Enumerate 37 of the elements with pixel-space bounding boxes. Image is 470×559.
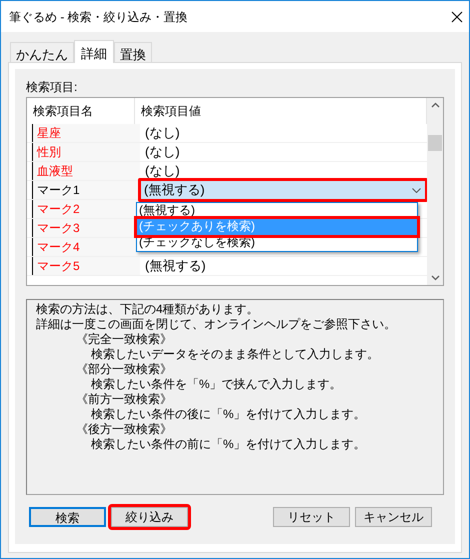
scrollbar[interactable] bbox=[427, 98, 443, 285]
item-name-cell: 血液型 bbox=[32, 162, 140, 180]
tab[interactable]: かんたん bbox=[10, 42, 74, 62]
help-text-line: 検索の方法は、下記の4種類があります。 bbox=[36, 302, 260, 317]
item-value-cell[interactable]: (無視する) bbox=[145, 256, 206, 276]
help-text-line: 《部分一致検索》 bbox=[75, 362, 173, 377]
item-value-cell[interactable]: (なし) bbox=[145, 161, 180, 181]
dialog-button[interactable]: 検索 bbox=[29, 507, 106, 527]
dialog-button[interactable]: キャンセル bbox=[355, 507, 432, 527]
help-text-line: 《完全一致検索》 bbox=[75, 332, 173, 347]
item-name-cell: マーク4 bbox=[32, 238, 140, 256]
chevron-down-icon[interactable] bbox=[412, 188, 421, 192]
value-combobox[interactable]: (無視する) bbox=[138, 178, 428, 202]
dialog-button[interactable]: リセット bbox=[273, 507, 350, 527]
scroll-up-icon[interactable] bbox=[430, 102, 440, 108]
help-text-line: 検索したい条件の後に「%」を付けて入力します。 bbox=[90, 407, 367, 422]
item-value-cell[interactable]: (なし) bbox=[145, 142, 180, 162]
item-name-cell: マーク5 bbox=[32, 257, 140, 275]
tab[interactable]: 詳細 bbox=[74, 40, 114, 63]
help-text-line: 検索したいデータをそのまま条件として入力します。 bbox=[90, 347, 380, 362]
section-label: 検索項目: bbox=[26, 79, 78, 96]
close-icon[interactable] bbox=[451, 10, 463, 22]
window-title: 筆ぐるめ - 検索・絞り込み・置換 bbox=[9, 8, 188, 26]
item-name-cell: 性別 bbox=[32, 143, 140, 161]
tab[interactable]: 置換 bbox=[114, 42, 152, 62]
item-name-cell: 星座 bbox=[32, 124, 140, 142]
item-name-cell: マーク1 bbox=[32, 181, 140, 199]
scrollbar-thumb[interactable] bbox=[428, 135, 442, 151]
help-text-line: 検索したい条件の前に「%」を付けて入力します。 bbox=[90, 437, 367, 452]
help-text-line: 詳細は一度この画面を閉じて、オンラインヘルプをご参照下さい。 bbox=[36, 317, 397, 332]
scroll-down-icon[interactable] bbox=[430, 275, 440, 281]
item-value-cell[interactable]: (なし) bbox=[145, 123, 180, 143]
help-text-line: 《後方一致検索》 bbox=[75, 422, 173, 437]
help-text-line: 《前方一致検索》 bbox=[75, 392, 173, 407]
help-text-line: 検索したい条件を「%」で挟んで入力します。 bbox=[90, 377, 343, 392]
item-name-cell: マーク2 bbox=[32, 200, 140, 218]
dialog-button[interactable]: 絞り込み bbox=[111, 507, 188, 527]
